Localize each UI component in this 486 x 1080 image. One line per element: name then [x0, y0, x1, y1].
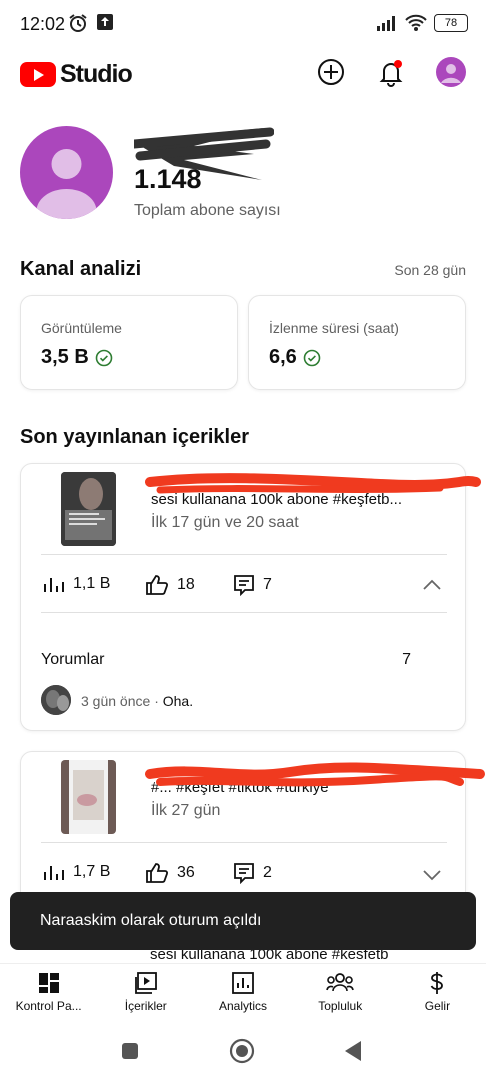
views-value: 1,7 B: [73, 863, 111, 880]
recent-content-header: Son yayınlanan içerikler: [20, 426, 466, 449]
commenter-avatar: [41, 685, 71, 715]
bottom-navigation: Kontrol Pa... İçerikler Analytics Toplul…: [0, 963, 486, 1027]
nav-label: Analytics: [218, 999, 268, 1013]
comments-stat: 2: [233, 862, 272, 884]
comments-section-count: 7: [402, 651, 411, 668]
logo-text: Studio: [60, 60, 133, 88]
signal-icon: [377, 16, 395, 31]
nav-label: Topluluk: [318, 999, 363, 1013]
nav-analytics[interactable]: Analytics: [194, 964, 291, 1027]
app-bar: Studio: [0, 48, 486, 98]
comment-icon: [234, 863, 254, 884]
redaction-scribble: [145, 762, 485, 787]
comment-icon: [234, 575, 254, 596]
video-thumbnail[interactable]: [61, 760, 116, 834]
upload-icon: [97, 14, 113, 30]
metric-label: İzlenme süresi (saat): [269, 320, 399, 336]
analytics-title: Kanal analizi: [20, 258, 142, 280]
video-age: İlk 17 gün ve 20 saat: [151, 514, 299, 531]
bar-chart-icon: [44, 578, 64, 592]
analytics-period: Son 28 gün: [394, 262, 466, 278]
system-navigation-bar: [0, 1027, 486, 1080]
youtube-play-icon: [20, 62, 56, 87]
comment-text: Oha.: [162, 693, 194, 709]
views-value: 1,1 B: [73, 575, 111, 592]
snackbar: Naraaskim olarak oturum açıldı: [10, 892, 476, 950]
video-card-peek: sesi kullanana 100k abone #kesfetb: [20, 950, 466, 964]
recent-content-title: Son yayınlanan içerikler: [20, 426, 249, 448]
nav-label: Kontrol Pa...: [15, 999, 82, 1013]
subscriber-count: 1.148: [134, 164, 202, 194]
check-circle-icon: [303, 349, 321, 366]
likes-stat: 36: [145, 862, 195, 884]
nav-label: Gelir: [424, 999, 451, 1013]
comments-stat: 7: [233, 574, 272, 596]
watch-time-metric-card[interactable]: İzlenme süresi (saat) 6,6: [248, 295, 466, 390]
nav-earn[interactable]: Gelir: [389, 964, 486, 1027]
snackbar-text: Naraaskim olarak oturum açıldı: [40, 912, 262, 929]
views-metric-card[interactable]: Görüntüleme 3,5 B: [20, 295, 238, 390]
account-avatar-icon[interactable]: [436, 57, 466, 87]
subscriber-label: Toplam abone sayısı: [134, 202, 281, 219]
video-thumbnail[interactable]: [61, 472, 116, 546]
check-circle-icon: [95, 349, 113, 366]
content-icon: [134, 972, 157, 994]
comments-value: 7: [263, 576, 272, 593]
likes-value: 18: [177, 576, 195, 593]
likes-stat: 18: [145, 574, 195, 596]
battery-indicator: 78: [434, 14, 468, 32]
analytics-header: Kanal analizi Son 28 gün: [20, 258, 466, 281]
home-circle-icon[interactable]: [229, 1038, 255, 1064]
metric-value: 6,6: [269, 346, 297, 368]
person-icon: [36, 149, 97, 219]
create-icon[interactable]: [316, 57, 346, 87]
comment-separator: ·: [154, 693, 159, 709]
likes-value: 36: [177, 864, 195, 881]
chevron-down-icon[interactable]: [421, 868, 443, 882]
wifi-icon: [405, 14, 427, 31]
video-age: İlk 27 gün: [151, 802, 221, 819]
video-title[interactable]: sesi kullanana 100k abone #kesfetb: [150, 950, 389, 963]
community-icon: [326, 973, 354, 992]
channel-summary: 1.148 Toplam abone sayısı: [20, 126, 466, 226]
views-stat: 1,7 B: [43, 862, 110, 882]
dashboard-icon: [38, 973, 59, 993]
dollar-icon: [431, 972, 444, 994]
metric-label: Görüntüleme: [41, 320, 122, 336]
nav-community[interactable]: Topluluk: [292, 964, 389, 1027]
recents-square-icon[interactable]: [121, 1042, 139, 1060]
analytics-icon: [232, 972, 254, 994]
status-bar: 12:02 78: [0, 0, 486, 48]
alarm-icon: [69, 14, 87, 32]
thumbs-up-icon: [146, 863, 169, 883]
back-triangle-icon[interactable]: [343, 1040, 363, 1062]
metric-value: 3,5 B: [41, 346, 89, 368]
youtube-studio-logo[interactable]: Studio: [20, 60, 133, 89]
nav-dashboard[interactable]: Kontrol Pa...: [0, 964, 97, 1027]
comments-section-label[interactable]: Yorumlar: [41, 651, 104, 669]
notifications-bell-icon[interactable]: [376, 57, 406, 87]
comments-value: 2: [263, 864, 272, 881]
nav-label: İçerikler: [124, 999, 167, 1013]
comment-time: 3 gün önce: [81, 693, 151, 709]
thumbs-up-icon: [146, 575, 169, 595]
channel-avatar[interactable]: [20, 126, 113, 219]
clock: 12:02: [20, 14, 66, 34]
latest-comment[interactable]: 3 gün önce · Oha.: [81, 693, 193, 709]
nav-content[interactable]: İçerikler: [97, 964, 194, 1027]
views-stat: 1,1 B: [43, 574, 110, 594]
bar-chart-icon: [44, 866, 64, 880]
redaction-scribble: [145, 473, 481, 494]
chevron-up-icon[interactable]: [421, 578, 443, 592]
